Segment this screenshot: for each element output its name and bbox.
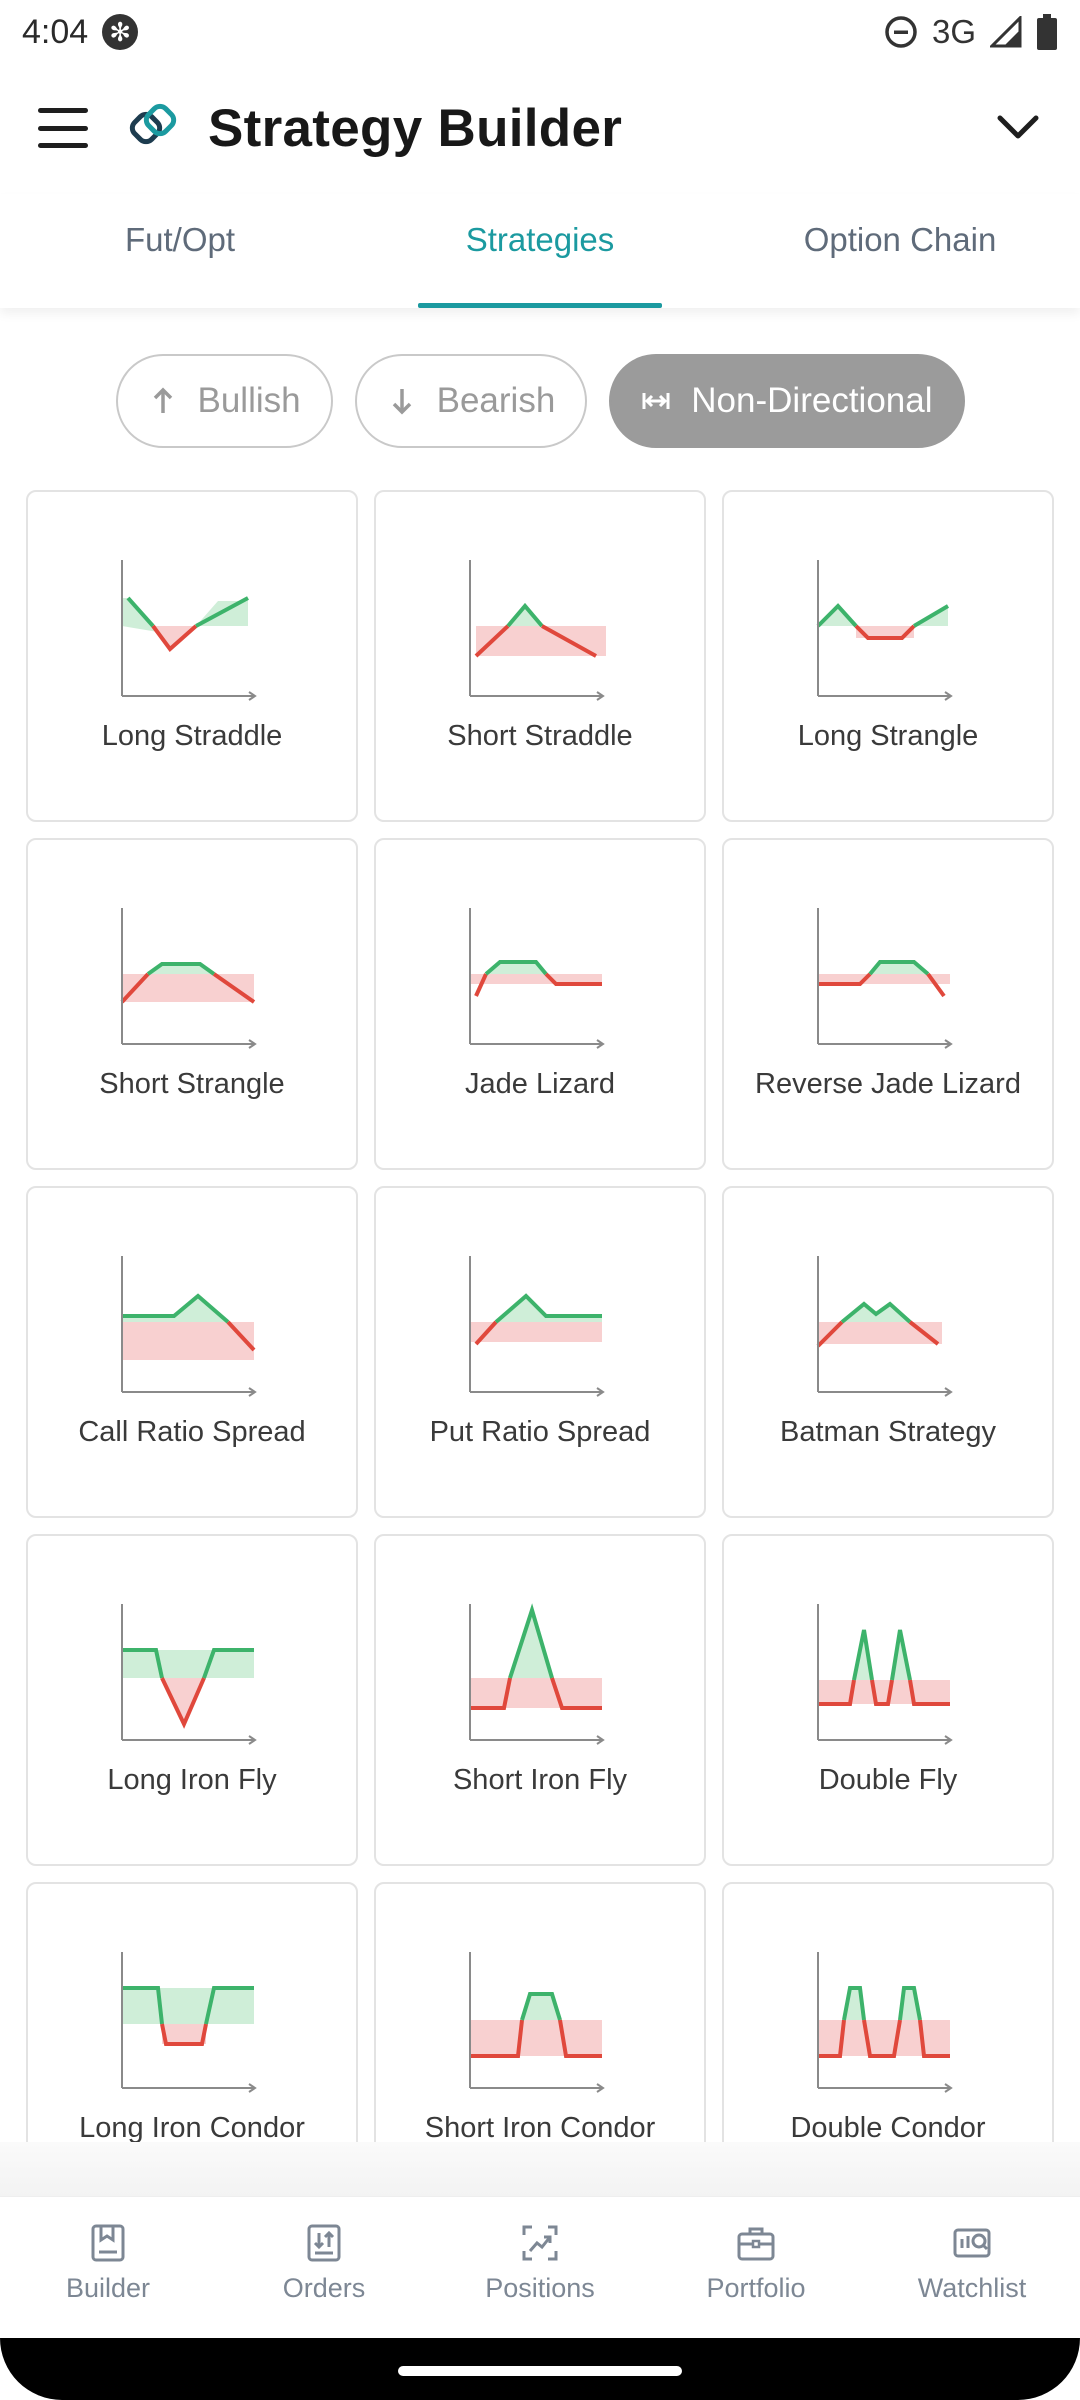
jade-lizard-chart-icon — [469, 908, 605, 1049]
filter-label: Bullish — [197, 381, 301, 420]
status-time: 4:04 — [22, 12, 89, 51]
short-iron-fly-chart-icon — [469, 1603, 605, 1745]
double-fly-chart-icon — [817, 1604, 953, 1745]
strategy-card[interactable]: Long Straddle — [26, 490, 358, 822]
positions-icon — [522, 2225, 558, 2261]
signal-icon — [990, 16, 1022, 48]
strategy-label: Short Strangle — [99, 1068, 285, 1100]
status-right: 3G — [884, 13, 1058, 51]
strategy-label: Double Condor — [790, 2112, 986, 2142]
nav-positions[interactable]: Positions — [432, 2197, 648, 2338]
nav-label: Watchlist — [917, 2273, 1027, 2303]
long-iron-condor-chart-icon — [121, 1952, 257, 2093]
nav-builder[interactable]: Builder — [0, 2197, 216, 2338]
strategy-label: Long Strangle — [797, 720, 979, 752]
strategy-label: Jade Lizard — [465, 1068, 615, 1100]
strategy-card[interactable]: Short Iron Condor — [374, 1882, 706, 2142]
page-title: Strategy Builder — [208, 99, 623, 158]
menu-icon-line — [38, 108, 88, 113]
put-ratio-spread-chart-icon — [469, 1256, 605, 1397]
app-notification-icon: ✻ — [102, 14, 139, 50]
home-indicator[interactable] — [398, 2366, 682, 2376]
network-type: 3G — [931, 13, 976, 50]
strategy-label: Long Iron Condor — [79, 2112, 305, 2142]
strategy-label: Short Iron Fly — [452, 1764, 628, 1796]
app-logo-icon — [129, 103, 177, 145]
strategy-card[interactable]: Call Ratio Spread — [26, 1186, 358, 1518]
nav-label: Builder — [65, 2273, 151, 2303]
direction-filter: Bullish Bearish Non-Directional — [0, 354, 1080, 450]
nav-label: Orders — [282, 2273, 366, 2303]
menu-icon-line — [38, 143, 88, 148]
strategy-label: Call Ratio Spread — [78, 1416, 306, 1448]
battery-icon — [1037, 14, 1057, 50]
filter-label: Bearish — [436, 381, 556, 420]
strategy-card[interactable]: Double Condor — [722, 1882, 1054, 2142]
strategy-card[interactable]: Reverse Jade Lizard — [722, 838, 1054, 1170]
arrows-horizontal-icon — [642, 393, 670, 409]
strategy-card[interactable]: Long Iron Condor — [26, 1882, 358, 2142]
filter-bearish-chip[interactable]: Bearish — [354, 354, 588, 448]
nav-label: Positions — [485, 2273, 595, 2303]
strategy-grid-scroll[interactable]: Long Straddle Short Straddle Long Strangle… — [0, 490, 1080, 2142]
tab-strategies[interactable]: Strategies — [360, 194, 720, 308]
builder-icon — [91, 2224, 125, 2262]
tab-option-chain[interactable]: Option Chain — [720, 194, 1080, 308]
strategy-card[interactable]: Batman Strategy — [722, 1186, 1054, 1518]
nav-orders[interactable]: Orders — [216, 2197, 432, 2338]
bottom-navigation: Builder Orders Positions Portfolio Watch… — [0, 2196, 1080, 2338]
filter-non-directional-chip[interactable]: Non-Directional — [609, 354, 965, 448]
strategy-card[interactable]: Jade Lizard — [374, 838, 706, 1170]
tab-bar: Fut/Opt Strategies Option Chain — [0, 194, 1080, 308]
arrow-up-icon — [153, 387, 172, 413]
menu-icon-line — [38, 125, 88, 131]
portfolio-icon — [737, 2227, 775, 2261]
batman-strategy-chart-icon — [816, 1256, 953, 1397]
nav-portfolio[interactable]: Portfolio — [648, 2197, 864, 2338]
chevron-down-icon[interactable] — [994, 108, 1042, 148]
double-condor-chart-icon — [817, 1952, 953, 2093]
nav-label: Portfolio — [706, 2273, 806, 2303]
strategy-label: Short Iron Condor — [424, 2112, 656, 2142]
strategy-label: Long Iron Fly — [107, 1764, 277, 1796]
menu-button[interactable] — [38, 108, 88, 148]
call-ratio-spread-chart-icon — [121, 1256, 257, 1397]
status-bar: 4:04 ✻ 3G — [0, 0, 1080, 64]
strategy-card[interactable]: Long Strangle — [722, 490, 1054, 822]
long-straddle-chart-icon — [121, 560, 257, 701]
app-bar: Strategy Builder — [0, 64, 1080, 194]
strategy-label: Short Straddle — [447, 720, 633, 752]
bottom-divider — [0, 2142, 1080, 2196]
short-iron-condor-chart-icon — [469, 1952, 605, 2093]
do-not-disturb-icon — [885, 16, 917, 48]
tab-fut-opt[interactable]: Fut/Opt — [0, 194, 360, 308]
filter-label: Non-Directional — [691, 381, 933, 420]
short-strangle-chart-icon — [120, 908, 257, 1049]
watchlist-icon — [953, 2228, 991, 2258]
strategy-label: Reverse Jade Lizard — [755, 1068, 1021, 1100]
strategy-card[interactable]: Short Straddle — [374, 490, 706, 822]
strategy-label: Long Straddle — [101, 720, 283, 752]
reverse-jade-lizard-chart-icon — [817, 908, 953, 1049]
long-iron-fly-chart-icon — [121, 1604, 257, 1745]
strategy-card[interactable]: Long Iron Fly — [26, 1534, 358, 1866]
strategy-card[interactable]: Short Iron Fly — [374, 1534, 706, 1866]
strategy-label: Put Ratio Spread — [429, 1416, 651, 1448]
orders-icon — [307, 2224, 341, 2262]
strategy-label: Double Fly — [818, 1764, 958, 1796]
strategy-grid: Long Straddle Short Straddle Long Strangle… — [26, 490, 1054, 2142]
strategy-card[interactable]: Double Fly — [722, 1534, 1054, 1866]
short-straddle-chart-icon — [469, 560, 606, 701]
nav-watchlist[interactable]: Watchlist — [864, 2197, 1080, 2338]
strategy-label: Batman Strategy — [780, 1416, 996, 1448]
strategy-card[interactable]: Short Strangle — [26, 838, 358, 1170]
arrow-down-icon — [392, 389, 411, 415]
long-strangle-chart-icon — [816, 560, 953, 701]
filter-bullish-chip[interactable]: Bullish — [115, 354, 333, 448]
strategy-card[interactable]: Put Ratio Spread — [374, 1186, 706, 1518]
